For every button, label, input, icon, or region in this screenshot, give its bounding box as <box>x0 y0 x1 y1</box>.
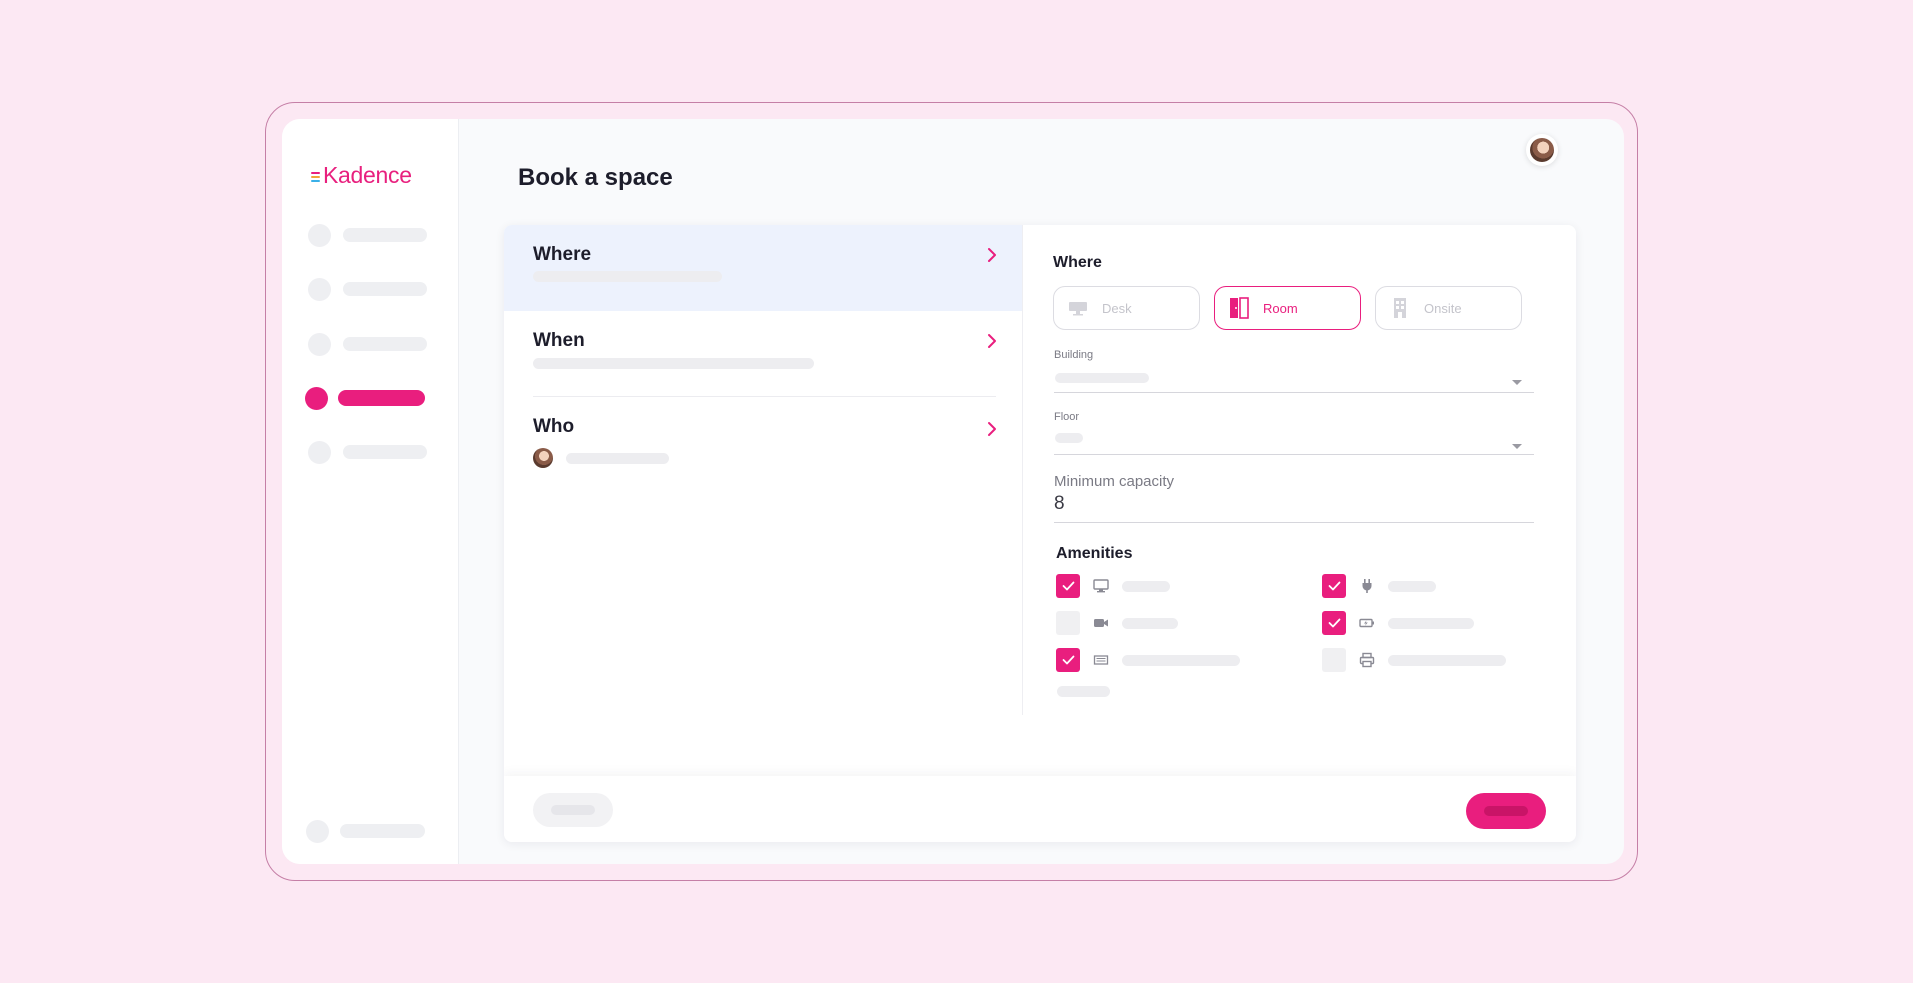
amenities-heading: Amenities <box>1056 545 1133 562</box>
attendee-avatar-icon <box>533 448 553 468</box>
sidebar-item-label <box>343 282 427 296</box>
sidebar-item-icon <box>308 277 331 301</box>
step-summary-placeholder <box>533 271 722 282</box>
amenity-monitor[interactable] <box>1056 574 1170 598</box>
step-where[interactable]: Where <box>504 225 1022 311</box>
sidebar-item-label <box>343 228 427 242</box>
page-title: Book a space <box>518 164 673 191</box>
amenity-video[interactable] <box>1056 611 1178 635</box>
sidebar-item-2[interactable] <box>308 277 438 301</box>
building-label: Building <box>1054 349 1094 361</box>
sidebar-item-label <box>338 390 425 406</box>
amenity-label-placeholder <box>1122 617 1178 629</box>
step-who[interactable]: Who <box>504 397 1022 483</box>
charging-icon <box>1358 614 1376 632</box>
space-type-desk[interactable]: Desk <box>1053 286 1200 330</box>
space-type-onsite[interactable]: Onsite <box>1375 286 1522 330</box>
step-title: Who <box>533 416 575 437</box>
sidebar-item-3[interactable] <box>308 332 438 356</box>
sidebar-item-icon <box>308 223 331 247</box>
capacity-value: 8 <box>1054 493 1065 514</box>
attendee-name-placeholder <box>566 453 669 464</box>
building-value-placeholder <box>1055 373 1149 383</box>
step-summary-placeholder <box>533 358 814 369</box>
sidebar-item-icon <box>306 819 329 843</box>
sidebar-item-1[interactable] <box>308 223 438 247</box>
desk-icon <box>1068 298 1088 318</box>
user-avatar[interactable] <box>1526 134 1558 166</box>
amenity-power[interactable] <box>1322 574 1436 598</box>
amenity-label-placeholder <box>1122 654 1240 666</box>
sidebar-item-5[interactable] <box>308 440 438 464</box>
space-type-label: Desk <box>1102 300 1132 316</box>
sidebar-item-label <box>340 824 425 838</box>
space-type-label: Onsite <box>1424 300 1462 316</box>
building-select[interactable]: Building <box>1054 349 1534 393</box>
floor-label: Floor <box>1054 411 1080 423</box>
video-camera-icon <box>1092 614 1110 632</box>
sidebar-item-label <box>343 337 427 351</box>
amenity-label-placeholder <box>1388 654 1506 666</box>
amenity-label-placeholder <box>1388 580 1436 592</box>
step-title: When <box>533 330 585 351</box>
sidebar-item-4-active[interactable] <box>305 386 435 410</box>
card-footer <box>504 776 1576 842</box>
capacity-label: Minimum capacity <box>1054 473 1175 490</box>
plug-icon <box>1358 577 1376 595</box>
chevron-right-icon <box>988 422 996 436</box>
monitor-icon <box>1092 577 1110 595</box>
sidebar: Kadence <box>282 119 459 864</box>
space-type-room[interactable]: Room <box>1214 286 1361 330</box>
chevron-right-icon <box>988 248 996 262</box>
amenity-printer[interactable] <box>1322 648 1506 672</box>
checkbox-unchecked[interactable] <box>1322 648 1346 672</box>
steps-list: Where When Who <box>504 225 1022 715</box>
sidebar-item-bottom[interactable] <box>306 819 436 843</box>
floor-value-placeholder <box>1055 433 1083 443</box>
sidebar-item-label <box>343 445 427 459</box>
step-title: Where <box>533 244 592 265</box>
more-amenities-placeholder[interactable] <box>1057 686 1110 697</box>
chevron-down-icon <box>1512 444 1522 449</box>
amenity-label-placeholder <box>1388 617 1474 629</box>
amenity-whiteboard[interactable] <box>1056 648 1240 672</box>
checkbox-unchecked[interactable] <box>1056 611 1080 635</box>
sidebar-item-icon <box>308 440 331 464</box>
next-button[interactable] <box>1466 793 1546 829</box>
step-when[interactable]: When <box>504 311 1022 397</box>
sidebar-item-icon <box>308 332 331 356</box>
printer-icon <box>1358 651 1376 669</box>
door-icon <box>1229 297 1249 319</box>
button-label-placeholder <box>551 805 595 815</box>
button-label-placeholder <box>1484 806 1528 816</box>
amenity-charging[interactable] <box>1322 611 1474 635</box>
chevron-right-icon <box>988 334 996 348</box>
where-heading: Where <box>1053 254 1102 271</box>
floor-select[interactable]: Floor <box>1054 411 1534 455</box>
building-icon <box>1390 298 1410 318</box>
logo-text: Kadence <box>323 161 412 188</box>
sidebar-item-icon <box>305 386 328 410</box>
app-window: Kadence Book a space Where When Who Wher… <box>282 119 1624 864</box>
amenity-label-placeholder <box>1122 580 1170 592</box>
checkbox-checked[interactable] <box>1322 574 1346 598</box>
space-type-label: Room <box>1263 300 1298 316</box>
capacity-field[interactable]: Minimum capacity 8 <box>1054 473 1534 523</box>
logo[interactable]: Kadence <box>311 160 412 190</box>
avatar-icon <box>1530 138 1554 162</box>
booking-card: Where When Who Where Desk Room Onsite Bu… <box>504 225 1576 842</box>
logo-mark-icon <box>311 171 320 182</box>
chevron-down-icon <box>1512 380 1522 385</box>
whiteboard-icon <box>1092 651 1110 669</box>
checkbox-checked[interactable] <box>1056 574 1080 598</box>
checkbox-checked[interactable] <box>1322 611 1346 635</box>
back-button[interactable] <box>533 793 613 827</box>
checkbox-checked[interactable] <box>1056 648 1080 672</box>
where-panel: Where Desk Room Onsite Building Floor Mi… <box>1023 225 1576 725</box>
